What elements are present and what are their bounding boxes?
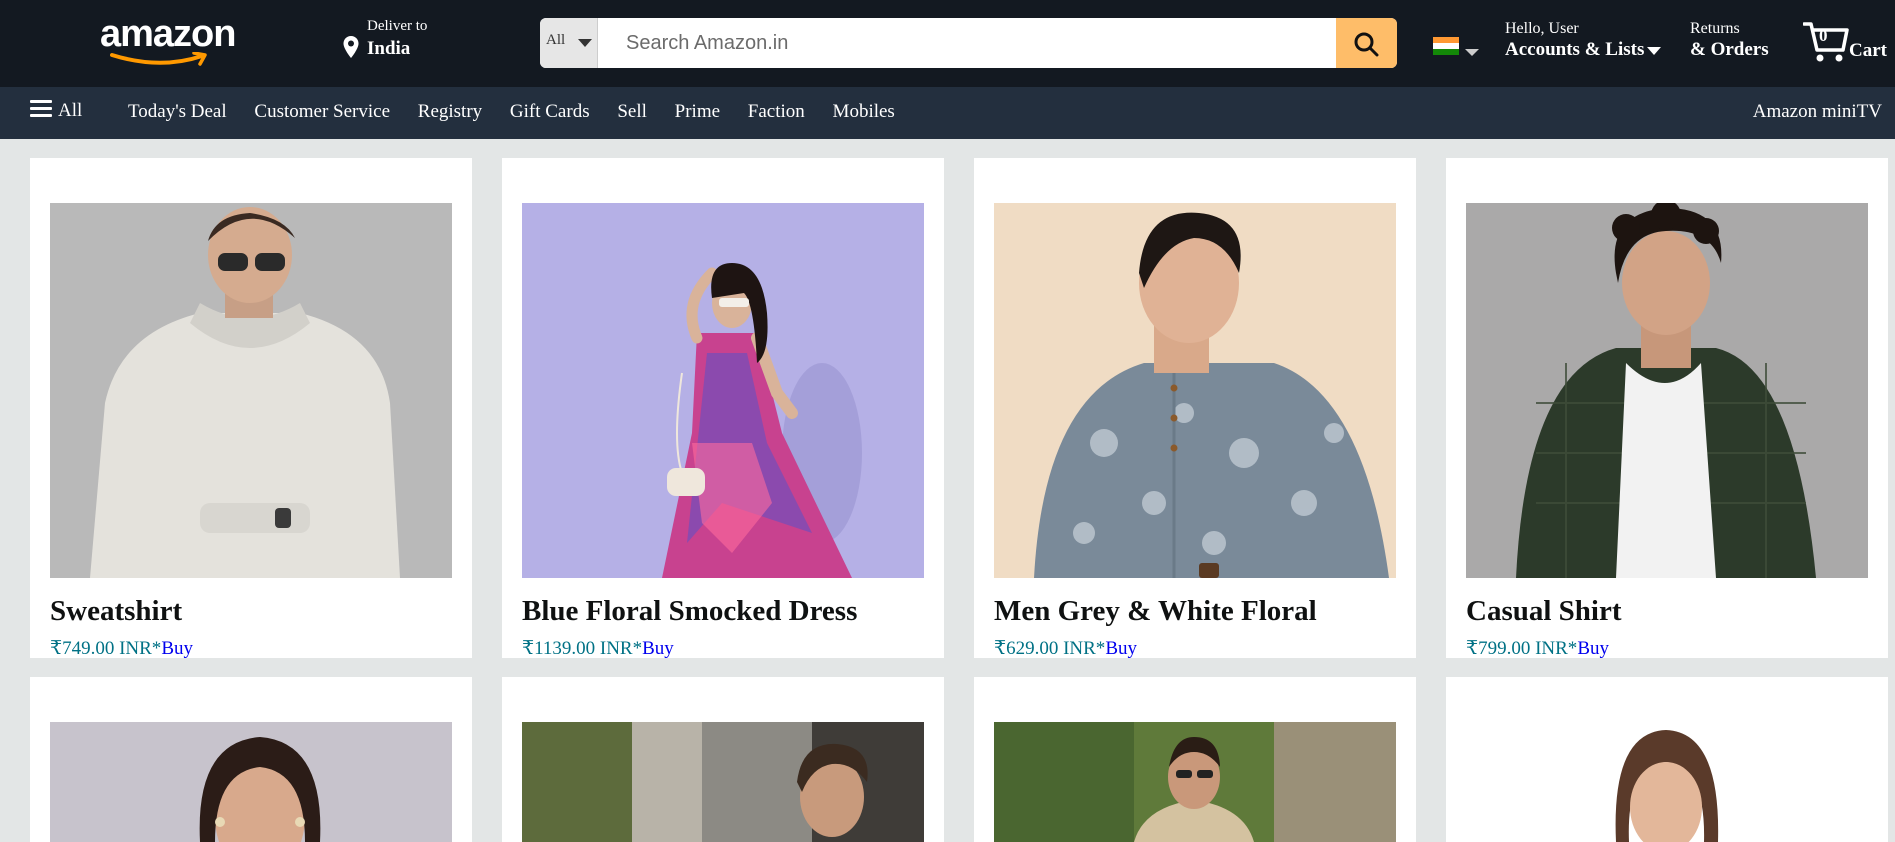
chevron-down-icon	[578, 39, 592, 47]
nav-link-faction[interactable]: Faction	[748, 101, 805, 122]
greeting: Hello, User	[1505, 20, 1579, 37]
buy-link[interactable]: Buy	[1105, 638, 1137, 659]
search-button[interactable]	[1336, 18, 1397, 68]
search-category-select[interactable]: All	[540, 18, 598, 68]
product-card[interactable]: Men Grey & White Floral ₹629.00 INR*Buy	[974, 158, 1416, 660]
product-image[interactable]	[994, 722, 1396, 842]
price-value: ₹749.00 INR*	[50, 638, 162, 659]
accounts-label: Accounts & Lists	[1505, 39, 1645, 60]
all-menu-label: All	[58, 100, 83, 121]
product-card[interactable]	[974, 677, 1416, 842]
search-bar: All	[540, 18, 1397, 68]
nav-link-todays-deal[interactable]: Today's Deal	[128, 101, 227, 122]
product-image-floral-dress[interactable]	[522, 203, 924, 578]
product-price: ₹749.00 INR*Buy	[50, 637, 193, 660]
product-image[interactable]	[50, 722, 452, 842]
cart-label: Cart	[1849, 40, 1887, 61]
price-value: ₹629.00 INR*	[994, 638, 1106, 659]
location-pin-icon	[343, 36, 359, 58]
language-caret-icon[interactable]	[1465, 49, 1479, 56]
nav-link-registry[interactable]: Registry	[418, 101, 482, 122]
search-icon	[1354, 32, 1379, 57]
product-price: ₹1139.00 INR*Buy	[522, 637, 674, 660]
cart-count: 0	[1819, 26, 1828, 45]
search-input[interactable]	[598, 18, 1336, 68]
nav-link-minitv[interactable]: Amazon miniTV	[1753, 101, 1882, 123]
nav-bar: All Today's Deal Customer Service Regist…	[0, 87, 1895, 139]
buy-link[interactable]: Buy	[1577, 638, 1609, 659]
buy-link[interactable]: Buy	[161, 638, 193, 659]
buy-link[interactable]: Buy	[642, 638, 674, 659]
cart-button[interactable]: 0 Cart	[1803, 18, 1893, 68]
top-header: amazon Deliver to India All Search Amazo…	[0, 0, 1895, 87]
accounts-and-lists[interactable]: Hello, User Accounts & Lists	[1505, 20, 1662, 61]
hamburger-menu-icon	[30, 100, 52, 118]
product-image-sweatshirt[interactable]	[50, 203, 452, 578]
deliver-label: Deliver to	[367, 18, 428, 34]
product-card[interactable]	[1446, 677, 1888, 842]
product-card[interactable]: Casual Shirt ₹799.00 INR*Buy	[1446, 158, 1888, 660]
amazon-logo[interactable]: amazon	[100, 13, 240, 66]
nav-link-prime[interactable]: Prime	[675, 101, 720, 122]
logo-text: amazon	[100, 13, 236, 55]
search-category-label: All	[546, 32, 566, 48]
product-title[interactable]: Casual Shirt	[1466, 595, 1622, 628]
product-image[interactable]	[1466, 722, 1868, 842]
product-card[interactable]: Sweatshirt ₹749.00 INR*Buy	[30, 158, 472, 660]
india-flag-icon[interactable]	[1433, 37, 1459, 55]
returns-and-orders[interactable]: Returns & Orders	[1690, 20, 1769, 61]
chevron-down-icon	[1647, 46, 1662, 55]
deliver-location: India	[367, 38, 411, 59]
orders-label: & Orders	[1690, 39, 1769, 60]
nav-link-customer-service[interactable]: Customer Service	[254, 101, 390, 122]
product-card[interactable]	[30, 677, 472, 842]
smile-arrow-icon	[110, 52, 207, 66]
product-price: ₹799.00 INR*Buy	[1466, 637, 1609, 660]
nav-link-mobiles[interactable]: Mobiles	[833, 101, 895, 122]
product-card[interactable]: Blue Floral Smocked Dress ₹1139.00 INR*B…	[502, 158, 944, 660]
product-price: ₹629.00 INR*Buy	[994, 637, 1137, 660]
nav-link-sell[interactable]: Sell	[617, 101, 647, 122]
product-card[interactable]	[502, 677, 944, 842]
returns-label: Returns	[1690, 20, 1740, 37]
product-title[interactable]: Men Grey & White Floral	[994, 595, 1317, 628]
price-value: ₹1139.00 INR*	[522, 638, 643, 659]
product-image-floral-shirt[interactable]	[994, 203, 1396, 578]
nav-links: Today's Deal Customer Service Registry G…	[128, 101, 918, 123]
nav-link-gift-cards[interactable]: Gift Cards	[510, 101, 590, 122]
product-title[interactable]: Sweatshirt	[50, 595, 182, 628]
product-image[interactable]	[522, 722, 924, 842]
price-value: ₹799.00 INR*	[1466, 638, 1578, 659]
product-title[interactable]: Blue Floral Smocked Dress	[522, 595, 857, 628]
product-image-casual-shirt[interactable]	[1466, 203, 1868, 578]
all-menu-button[interactable]: All	[30, 100, 82, 122]
